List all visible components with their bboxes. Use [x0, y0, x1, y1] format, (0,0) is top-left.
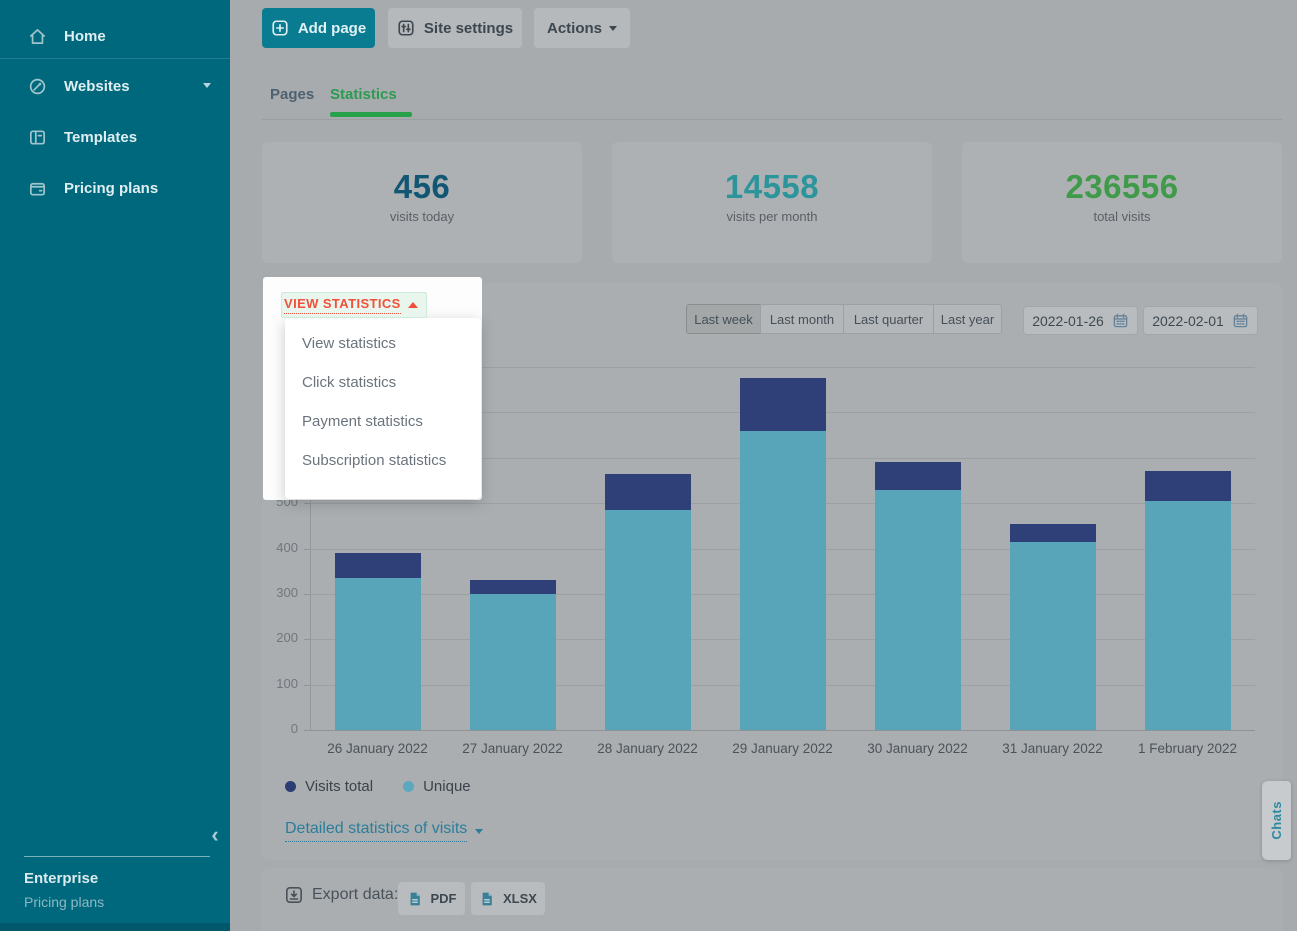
sidebar-item-pricing-plans[interactable]: Pricing plans: [0, 166, 230, 210]
bar-unique-segment: [1010, 542, 1096, 730]
view-statistics-label: VIEW STATISTICS: [284, 296, 401, 314]
tab-statistics[interactable]: Statistics: [330, 86, 397, 103]
globe-icon: [28, 77, 47, 96]
sidebar-item-label: Templates: [64, 129, 137, 146]
bar-unique-segment: [470, 594, 556, 730]
stat-label: total visits: [962, 209, 1282, 224]
file-icon: [479, 891, 495, 907]
legend-item-visits-total: Visits total: [285, 778, 373, 795]
sidebar: Home Websites Templates Pricing plans ‹ …: [0, 0, 230, 931]
range-last-quarter[interactable]: Last quarter: [843, 304, 934, 334]
bar-31 January 2022[interactable]: [1010, 524, 1096, 730]
export-download-icon: [284, 885, 304, 905]
menu-item-payment-statistics[interactable]: Payment statistics: [285, 402, 481, 441]
sidebar-item-label: Pricing plans: [64, 180, 158, 197]
sidebar-item-templates[interactable]: Templates: [0, 115, 230, 159]
bar-27 January 2022[interactable]: [470, 580, 556, 730]
sidebar-bottom-strip: [0, 923, 230, 931]
home-icon: [28, 27, 47, 46]
legend-item-unique: Unique: [403, 778, 471, 795]
stat-card-total-visits: 236556 total visits: [962, 142, 1282, 263]
sidebar-item-websites[interactable]: Websites: [0, 64, 230, 108]
bar-unique-segment: [875, 490, 961, 730]
tabs-divider: [262, 119, 1282, 120]
stat-value: 236556: [962, 168, 1282, 206]
export-data-label-row: Export data:: [284, 885, 398, 905]
calendar-icon: [1232, 312, 1249, 329]
tab-pages[interactable]: Pages: [270, 86, 314, 103]
export-xlsx-label: XLSX: [503, 891, 537, 906]
legend-dot-navy: [285, 781, 296, 792]
stat-label: visits today: [262, 209, 582, 224]
sidebar-item-label: Home: [64, 28, 106, 45]
sidebar-item-home[interactable]: Home: [0, 14, 230, 58]
bar-29 January 2022[interactable]: [740, 378, 826, 730]
sidebar-divider: [0, 58, 230, 59]
legend-label: Visits total: [305, 778, 373, 795]
bar-unique-segment: [335, 578, 421, 730]
site-settings-label: Site settings: [424, 20, 513, 37]
site-settings-button[interactable]: Site settings: [388, 8, 522, 48]
export-pdf-button[interactable]: PDF: [398, 882, 465, 915]
date-from-input[interactable]: 2022-01-26: [1023, 306, 1138, 335]
file-icon: [407, 891, 423, 907]
add-page-label: Add page: [298, 20, 366, 37]
bar-28 January 2022[interactable]: [605, 474, 691, 730]
bar-unique-segment: [605, 510, 691, 730]
stat-card-visits-per-month: 14558 visits per month: [612, 142, 932, 263]
wallet-icon: [28, 179, 47, 198]
export-pdf-label: PDF: [431, 891, 457, 906]
add-page-button[interactable]: Add page: [262, 8, 375, 48]
plan-name: Enterprise: [24, 870, 98, 887]
menu-item-click-statistics[interactable]: Click statistics: [285, 363, 481, 402]
chart-legend: Visits total Unique: [285, 778, 471, 795]
sidebar-item-label: Websites: [64, 78, 130, 95]
chevron-down-icon: [203, 83, 211, 88]
range-button-group: Last week Last month Last quarter Last y…: [686, 304, 1002, 334]
bar-30 January 2022[interactable]: [875, 462, 961, 730]
active-tab-underline: [330, 112, 412, 117]
detailed-statistics-label: Detailed statistics of visits: [285, 820, 467, 842]
sidebar-footer-divider: [24, 856, 210, 857]
detailed-statistics-link[interactable]: Detailed statistics of visits: [285, 820, 483, 842]
export-xlsx-button[interactable]: XLSX: [471, 882, 545, 915]
stat-card-visits-today: 456 visits today: [262, 142, 582, 263]
chevron-down-icon: [609, 26, 617, 31]
app-root: Home Websites Templates Pricing plans ‹ …: [0, 0, 1297, 931]
range-last-week[interactable]: Last week: [686, 304, 761, 334]
menu-item-view-statistics[interactable]: View statistics: [285, 324, 481, 363]
date-to-value: 2022-02-01: [1152, 313, 1224, 329]
sidebar-collapse-button[interactable]: ‹: [203, 824, 227, 848]
calendar-icon: [1112, 312, 1129, 329]
sliders-icon: [397, 19, 415, 37]
stat-value: 14558: [612, 168, 932, 206]
chats-tab-label: Chats: [1269, 801, 1284, 840]
actions-label: Actions: [547, 20, 602, 37]
chevron-down-icon: [475, 829, 483, 834]
chevron-up-icon: [408, 302, 418, 308]
range-last-year[interactable]: Last year: [933, 304, 1002, 334]
legend-dot-blue: [403, 781, 414, 792]
date-from-value: 2022-01-26: [1032, 313, 1104, 329]
menu-item-subscription-statistics[interactable]: Subscription statistics: [285, 441, 481, 480]
stat-label: visits per month: [612, 209, 932, 224]
date-to-input[interactable]: 2022-02-01: [1143, 306, 1258, 335]
templates-icon: [28, 128, 47, 147]
pricing-plans-link[interactable]: Pricing plans: [24, 894, 104, 910]
statistics-dropdown-menu: View statistics Click statistics Payment…: [285, 318, 481, 499]
actions-button[interactable]: Actions: [534, 8, 630, 48]
range-last-month[interactable]: Last month: [760, 304, 844, 334]
chats-tab[interactable]: Chats: [1262, 781, 1291, 860]
bar-1 February 2022[interactable]: [1145, 471, 1231, 730]
plus-square-icon: [271, 19, 289, 37]
view-statistics-dropdown-toggle[interactable]: VIEW STATISTICS: [281, 292, 427, 318]
stat-value: 456: [262, 168, 582, 206]
legend-label: Unique: [423, 778, 471, 795]
bar-unique-segment: [740, 431, 826, 730]
bar-unique-segment: [1145, 501, 1231, 730]
export-data-label: Export data:: [312, 886, 398, 904]
bar-26 January 2022[interactable]: [335, 553, 421, 730]
